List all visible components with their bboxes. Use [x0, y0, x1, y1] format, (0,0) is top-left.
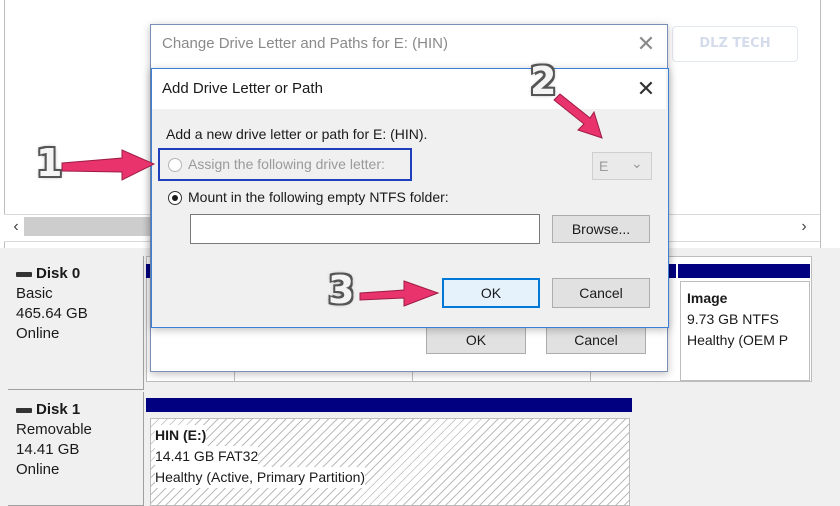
arrow-step-1	[61, 149, 156, 181]
annotation-step-3: 3	[328, 268, 355, 312]
annotation-step-2: 2	[530, 59, 557, 103]
annotation-step-1: 1	[36, 141, 63, 185]
arrow-step-2	[553, 93, 603, 139]
annotation-arrows	[61, 93, 603, 307]
arrow-step-3	[359, 280, 440, 307]
